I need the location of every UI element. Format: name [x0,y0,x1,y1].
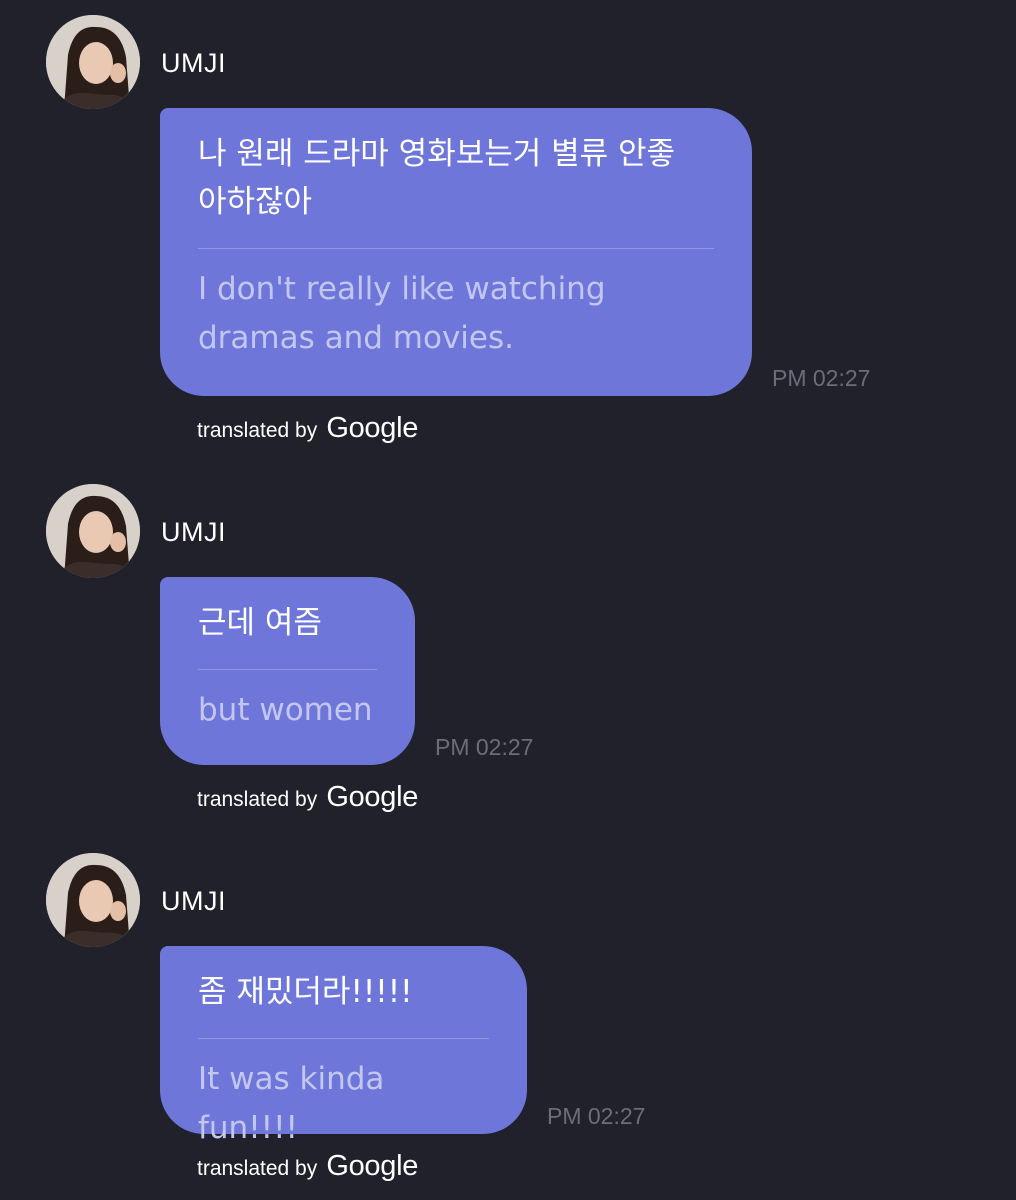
message-timestamp: PM 02:27 [435,734,534,760]
attribution-prefix: translated by [197,1157,318,1180]
google-translate-attribution: translated by Google [197,1150,418,1183]
original-text: 나 원래 드라마 영화보는거 별류 안좋 아하잖아 [198,136,676,220]
translated-text: I don't really like watching dramas and … [198,271,606,356]
chat-message: UMJI 근데 여즘 but women PM 02:27 translated… [0,469,1016,839]
message-bubble[interactable]: 좀 재밌더라!!!!! It was kinda fun!!!! [160,946,527,1146]
translation-divider [198,669,377,670]
google-translate-attribution: translated by Google [197,781,418,814]
chat-message: UMJI 좀 재밌더라!!!!! It was kinda fun!!!! PM… [0,838,1016,1200]
translation-divider [198,1038,489,1039]
message-timestamp: PM 02:27 [772,365,871,391]
google-translate-attribution: translated by Google [197,412,418,445]
translated-text: but women [198,692,373,728]
attribution-prefix: translated by [197,419,318,442]
sender-name: UMJI [161,517,226,547]
avatar[interactable] [46,484,140,578]
avatar[interactable] [46,15,140,109]
sender-name: UMJI [161,886,226,916]
message-timestamp: PM 02:27 [547,1103,646,1129]
google-logo: Google [326,781,419,813]
google-logo: Google [326,412,419,444]
original-text: 근데 여즘 [198,605,322,641]
google-logo: Google [326,1150,419,1182]
attribution-prefix: translated by [197,788,318,811]
original-text: 좀 재밌더라!!!!! [198,974,413,1010]
avatar[interactable] [46,853,140,947]
translation-divider [198,248,714,249]
message-bubble[interactable]: 나 원래 드라마 영화보는거 별류 안좋 아하잖아 I don't really… [160,108,752,396]
message-bubble[interactable]: 근데 여즘 but women [160,577,415,765]
chat-message: UMJI 나 원래 드라마 영화보는거 별류 안좋 아하잖아 I don't r… [0,0,1016,470]
translated-text: It was kinda fun!!!! [198,1061,385,1146]
sender-name: UMJI [161,48,226,78]
